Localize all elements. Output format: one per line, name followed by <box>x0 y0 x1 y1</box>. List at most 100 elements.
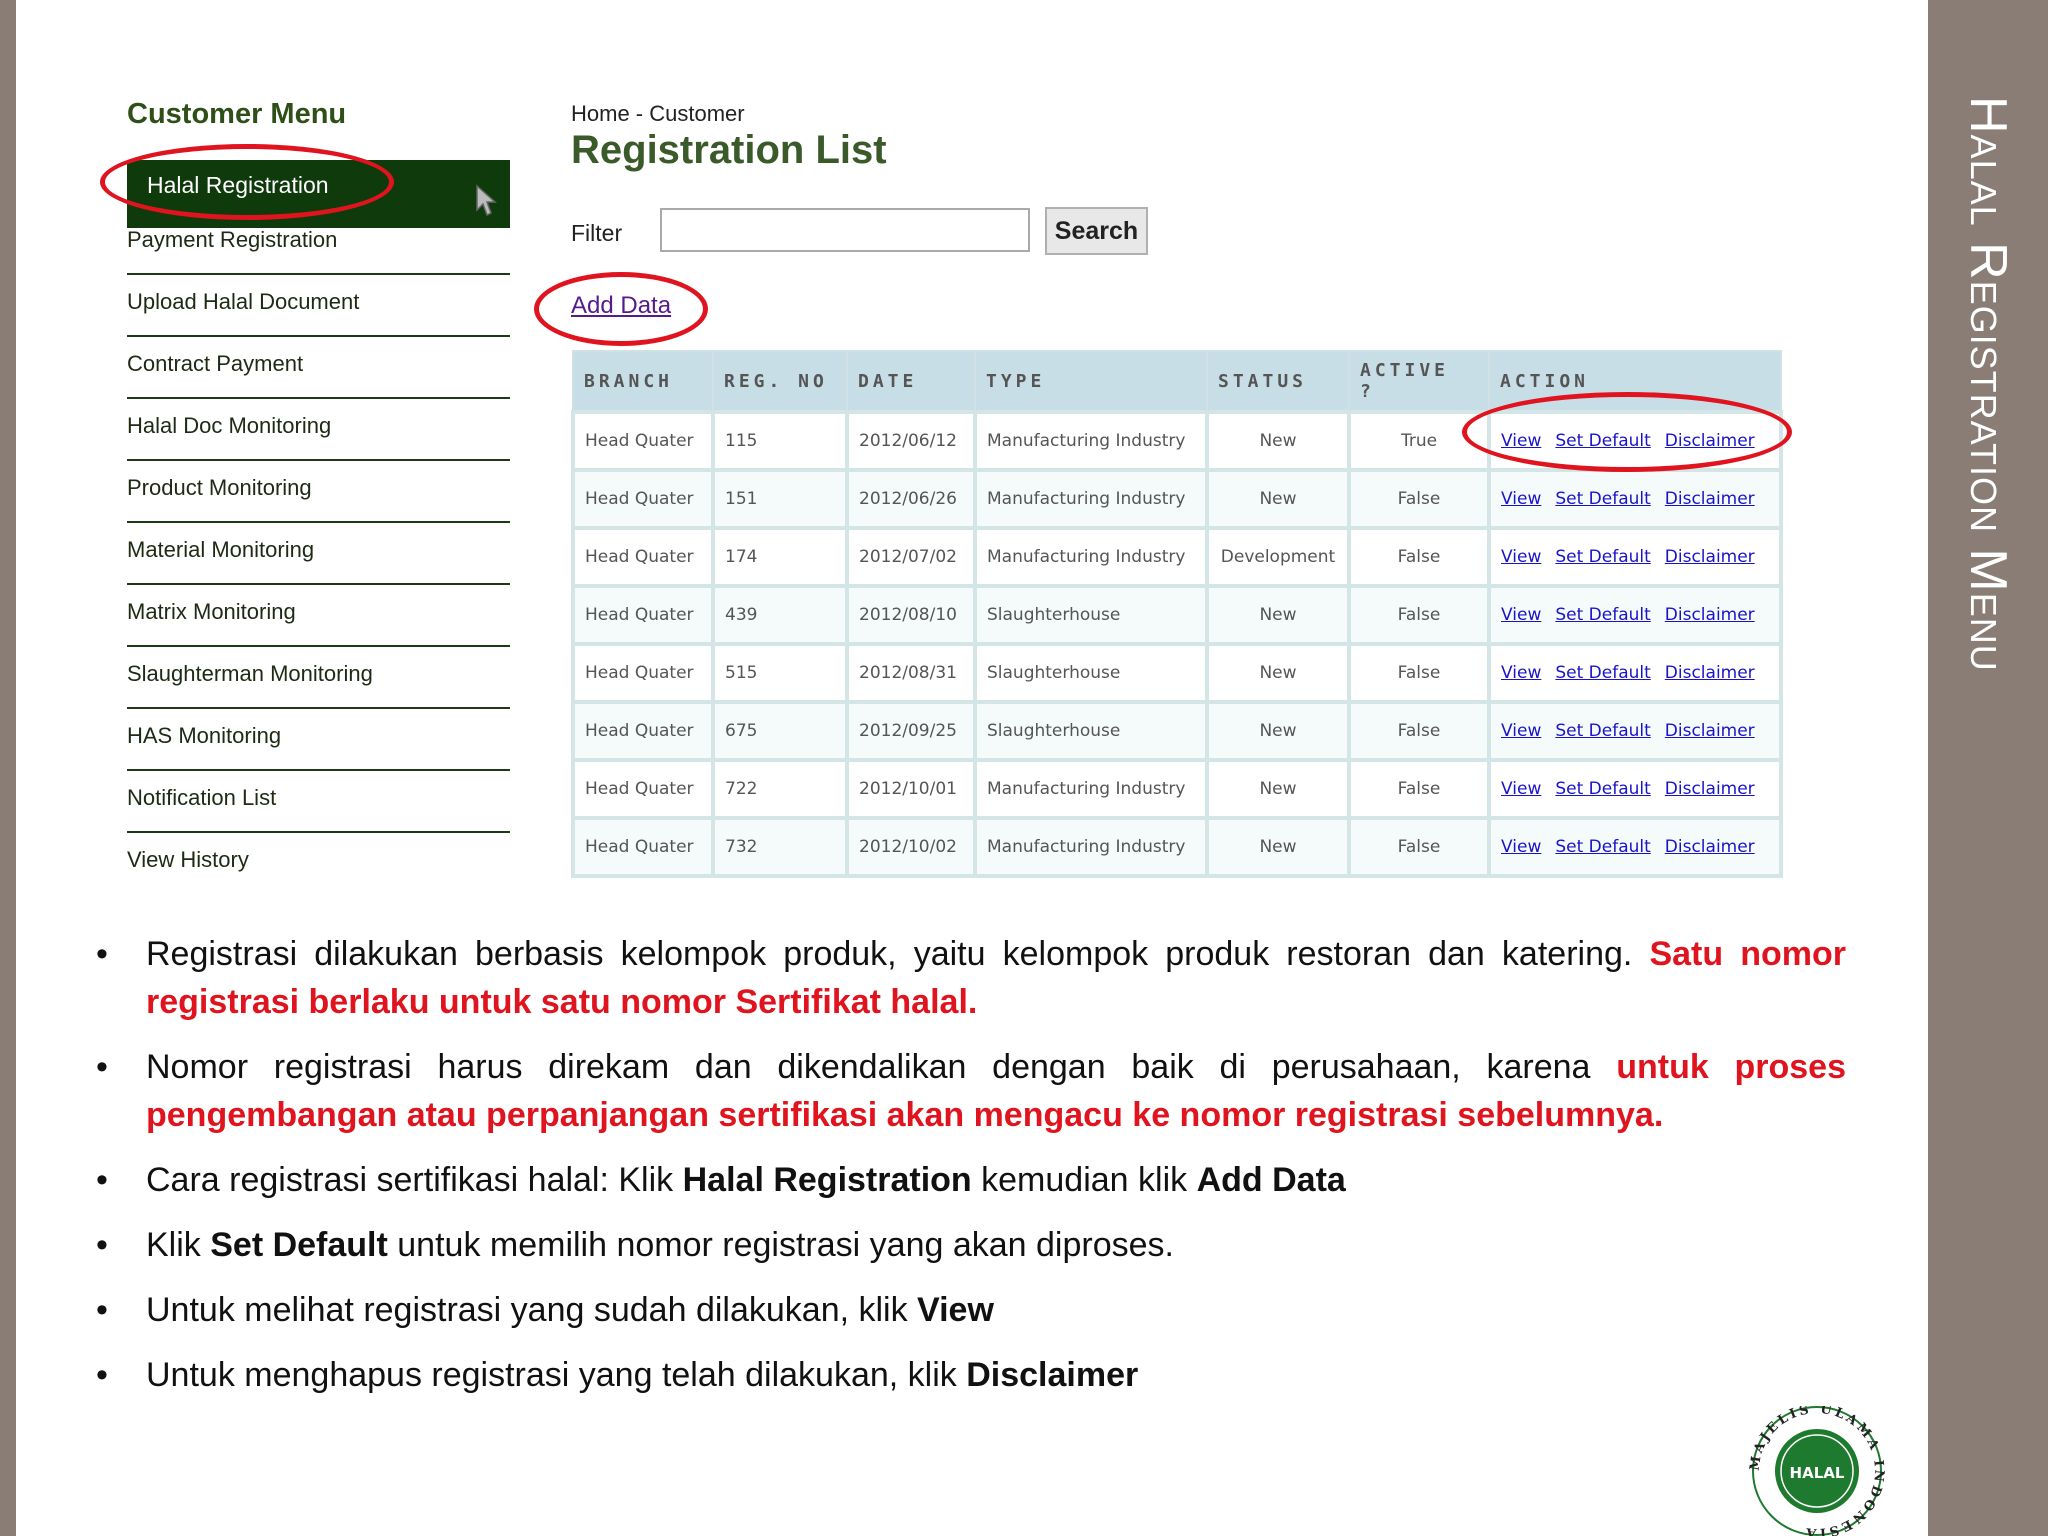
cell-active: False <box>1347 700 1491 762</box>
cell-branch: Head Quater <box>571 700 715 762</box>
menu-item-payment-registration[interactable]: Payment Registration <box>127 213 510 275</box>
note-item: Untuk menghapus registrasi yang telah di… <box>96 1351 1846 1399</box>
menu-item-view-history[interactable]: View History <box>127 833 510 873</box>
menu-item-notification-list[interactable]: Notification List <box>127 771 510 833</box>
view-link[interactable]: View <box>1501 489 1541 509</box>
cell-type: Manufacturing Industry <box>973 758 1209 820</box>
highlight-oval-add-data <box>534 272 708 346</box>
menu-title: Customer Menu <box>127 98 347 130</box>
col-header-reg-no: REG. NO <box>712 350 848 413</box>
set-default-link[interactable]: Set Default <box>1555 837 1650 857</box>
menu-item-upload-halal-document[interactable]: Upload Halal Document <box>127 275 510 337</box>
note-item: Klik Set Default untuk memilih nomor reg… <box>96 1221 1846 1269</box>
filter-input[interactable] <box>660 208 1030 252</box>
view-link[interactable]: View <box>1501 663 1541 683</box>
cell-type: Manufacturing Industry <box>973 410 1209 472</box>
cell-action: View Set Default Disclaimer <box>1487 816 1783 878</box>
cell-type: Manufacturing Industry <box>973 526 1209 588</box>
cell-status: New <box>1205 816 1351 878</box>
highlight-oval-halal-registration <box>100 144 394 220</box>
cell-branch: Head Quater <box>571 468 715 530</box>
cell-status: New <box>1205 758 1351 820</box>
cell-date: 2012/06/26 <box>845 468 977 530</box>
cell-status: New <box>1205 642 1351 704</box>
cell-date: 2012/08/31 <box>845 642 977 704</box>
table-row: Head Quater 174 2012/07/02 Manufacturing… <box>571 526 1783 588</box>
cell-branch: Head Quater <box>571 584 715 646</box>
note-item: Cara registrasi sertifikasi halal: Klik … <box>96 1156 1846 1204</box>
page-title: Registration List <box>571 128 887 172</box>
disclaimer-link[interactable]: Disclaimer <box>1665 837 1755 857</box>
cell-branch: Head Quater <box>571 758 715 820</box>
cell-branch: Head Quater <box>571 816 715 878</box>
note-item: Untuk melihat registrasi yang sudah dila… <box>96 1286 1846 1334</box>
col-header-branch: BRANCH <box>572 350 714 413</box>
menu-item-matrix-monitoring[interactable]: Matrix Monitoring <box>127 585 510 647</box>
menu-item-has-monitoring[interactable]: HAS Monitoring <box>127 709 510 771</box>
view-link[interactable]: View <box>1501 779 1541 799</box>
cell-action: View Set Default Disclaimer <box>1487 468 1783 530</box>
cell-date: 2012/07/02 <box>845 526 977 588</box>
cell-action: View Set Default Disclaimer <box>1487 758 1783 820</box>
cell-branch: Head Quater <box>571 642 715 704</box>
menu-item-material-monitoring[interactable]: Material Monitoring <box>127 523 510 585</box>
disclaimer-link[interactable]: Disclaimer <box>1665 663 1755 683</box>
set-default-link[interactable]: Set Default <box>1555 779 1650 799</box>
disclaimer-link[interactable]: Disclaimer <box>1665 489 1755 509</box>
filter-label: Filter <box>571 220 623 246</box>
cell-active: False <box>1347 468 1491 530</box>
mui-halal-logo-icon: MAJELIS ULAMA INDONESIA HALAL <box>1747 1406 1883 1536</box>
highlight-oval-actions <box>1462 392 1792 472</box>
notes-list: Registrasi dilakukan berbasis kelompok p… <box>96 930 1846 1416</box>
menu-item-product-monitoring[interactable]: Product Monitoring <box>127 461 510 523</box>
menu-item-halal-doc-monitoring[interactable]: Halal Doc Monitoring <box>127 399 510 461</box>
col-header-status: STATUS <box>1206 350 1350 413</box>
cell-type: Slaughterhouse <box>973 642 1209 704</box>
cell-reg-no: 174 <box>711 526 849 588</box>
table-row: Head Quater 675 2012/09/25 Slaughterhous… <box>571 700 1783 762</box>
table-row: Head Quater 732 2012/10/02 Manufacturing… <box>571 816 1783 878</box>
set-default-link[interactable]: Set Default <box>1555 547 1650 567</box>
cell-type: Manufacturing Industry <box>973 816 1209 878</box>
cell-date: 2012/08/10 <box>845 584 977 646</box>
cell-active: False <box>1347 816 1491 878</box>
set-default-link[interactable]: Set Default <box>1555 721 1650 741</box>
cell-status: New <box>1205 410 1351 472</box>
menu-item-contract-payment[interactable]: Contract Payment <box>127 337 510 399</box>
cell-active: False <box>1347 758 1491 820</box>
cell-action: View Set Default Disclaimer <box>1487 526 1783 588</box>
set-default-link[interactable]: Set Default <box>1555 663 1650 683</box>
cell-active: False <box>1347 584 1491 646</box>
view-link[interactable]: View <box>1501 547 1541 567</box>
cell-action: View Set Default Disclaimer <box>1487 700 1783 762</box>
cell-reg-no: 675 <box>711 700 849 762</box>
cell-date: 2012/06/12 <box>845 410 977 472</box>
cell-reg-no: 722 <box>711 758 849 820</box>
cell-action: View Set Default Disclaimer <box>1487 584 1783 646</box>
cell-active: False <box>1347 526 1491 588</box>
set-default-link[interactable]: Set Default <box>1555 489 1650 509</box>
cell-reg-no: 515 <box>711 642 849 704</box>
table-row: Head Quater 722 2012/10/01 Manufacturing… <box>571 758 1783 820</box>
view-link[interactable]: View <box>1501 605 1541 625</box>
cell-branch: Head Quater <box>571 410 715 472</box>
cell-status: New <box>1205 468 1351 530</box>
disclaimer-link[interactable]: Disclaimer <box>1665 779 1755 799</box>
logo-center-text: HALAL <box>1790 1464 1845 1482</box>
cell-reg-no: 151 <box>711 468 849 530</box>
disclaimer-link[interactable]: Disclaimer <box>1665 721 1755 741</box>
slide-title: Halal Registration Menu <box>1959 96 2017 672</box>
table-row: Head Quater 151 2012/06/26 Manufacturing… <box>571 468 1783 530</box>
menu-item-slaughterman-monitoring[interactable]: Slaughterman Monitoring <box>127 647 510 709</box>
disclaimer-link[interactable]: Disclaimer <box>1665 547 1755 567</box>
disclaimer-link[interactable]: Disclaimer <box>1665 605 1755 625</box>
view-link[interactable]: View <box>1501 721 1541 741</box>
set-default-link[interactable]: Set Default <box>1555 605 1650 625</box>
search-button[interactable]: Search <box>1045 207 1148 255</box>
cell-type: Slaughterhouse <box>973 584 1209 646</box>
table-row: Head Quater 515 2012/08/31 Slaughterhous… <box>571 642 1783 704</box>
cell-date: 2012/10/02 <box>845 816 977 878</box>
cell-type: Slaughterhouse <box>973 700 1209 762</box>
view-link[interactable]: View <box>1501 837 1541 857</box>
table-row: Head Quater 439 2012/08/10 Slaughterhous… <box>571 584 1783 646</box>
